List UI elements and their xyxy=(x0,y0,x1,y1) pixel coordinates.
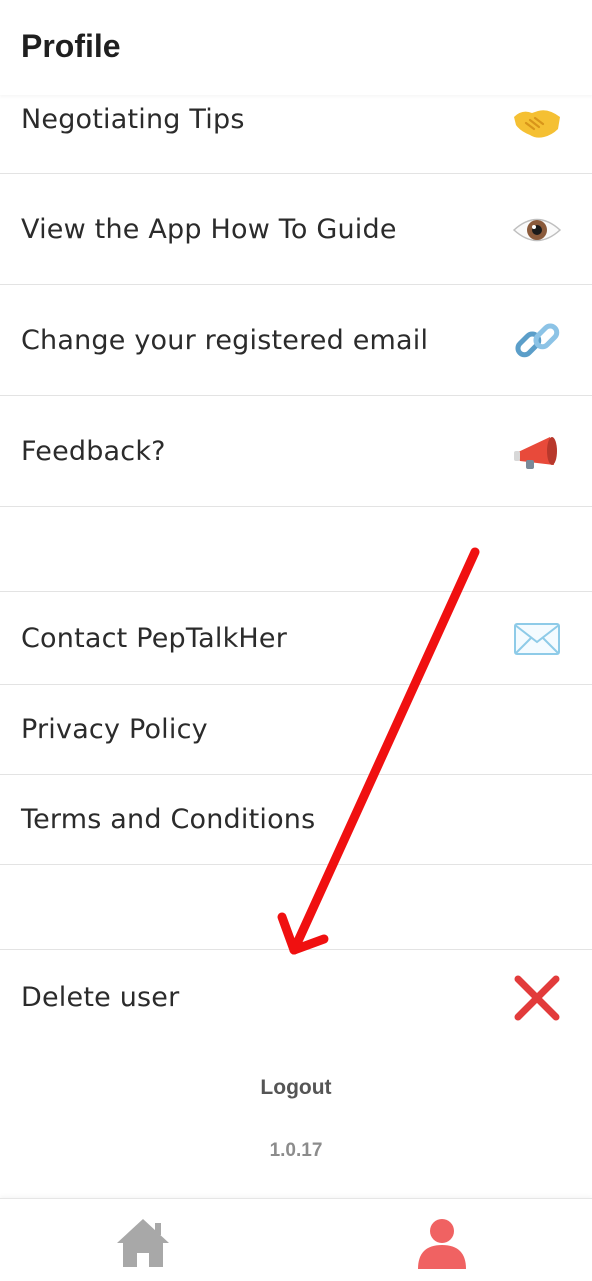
menu-item-feedback[interactable]: Feedback? xyxy=(0,396,592,507)
menu-item-change-email[interactable]: Change your registered email xyxy=(0,285,592,396)
section-spacer xyxy=(0,865,592,950)
link-icon xyxy=(512,316,562,366)
envelope-icon xyxy=(512,614,562,664)
menu-item-label: Privacy Policy xyxy=(21,714,208,745)
home-icon xyxy=(117,1219,169,1267)
menu-item-label: Terms and Conditions xyxy=(21,804,316,835)
bottom-nav xyxy=(0,1198,592,1281)
menu-item-delete-user[interactable]: Delete user xyxy=(0,950,592,1045)
menu-item-how-to-guide[interactable]: View the App How To Guide xyxy=(0,174,592,285)
nav-profile-button[interactable] xyxy=(412,1215,472,1271)
eye-icon xyxy=(512,205,562,255)
menu-item-label: View the App How To Guide xyxy=(21,214,397,245)
menu-item-label: Contact PepTalkHer xyxy=(21,623,288,654)
handshake-icon xyxy=(512,95,562,145)
page-title: Profile xyxy=(21,28,121,64)
menu-item-label: Change your registered email xyxy=(21,325,429,356)
menu-item-terms[interactable]: Terms and Conditions xyxy=(0,775,592,865)
menu-item-label: Negotiating Tips xyxy=(21,104,245,135)
menu-item-label: Delete user xyxy=(21,982,180,1013)
profile-icon xyxy=(418,1219,466,1269)
logout-button[interactable]: Logout xyxy=(0,1076,592,1100)
nav-home-button[interactable] xyxy=(113,1215,173,1271)
app-header: Profile xyxy=(0,0,592,95)
cross-mark-icon xyxy=(512,973,562,1023)
section-spacer xyxy=(0,507,592,592)
menu-item-privacy-policy[interactable]: Privacy Policy xyxy=(0,685,592,775)
menu-item-label: Feedback? xyxy=(21,436,166,467)
app-version: 1.0.17 xyxy=(269,1140,323,1161)
menu-item-contact[interactable]: Contact PepTalkHer xyxy=(0,592,592,685)
megaphone-icon xyxy=(512,427,562,477)
